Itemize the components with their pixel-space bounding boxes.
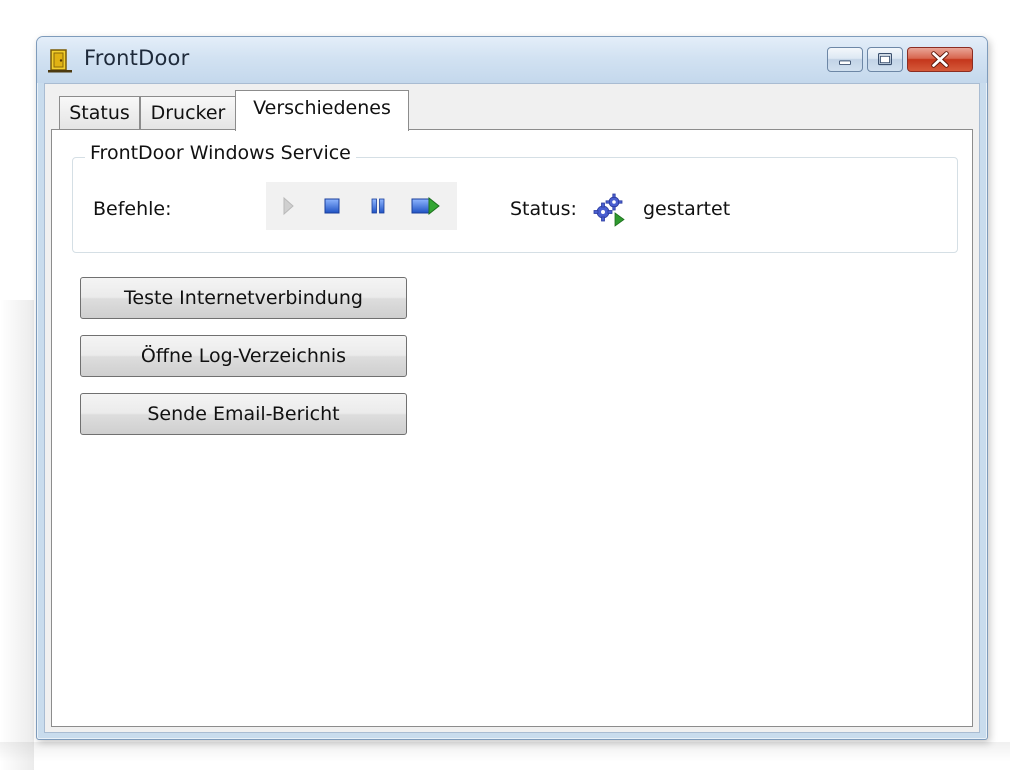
- client-area: Status Drucker Verschiedenes FrontDoor W…: [44, 83, 980, 733]
- pause-service-button[interactable]: [364, 192, 392, 220]
- maximize-button[interactable]: [867, 47, 903, 72]
- commands-label: Befehle:: [93, 198, 172, 220]
- service-groupbox: FrontDoor Windows Service Befehle: Statu…: [72, 142, 958, 253]
- minimize-button[interactable]: [827, 47, 863, 72]
- door-icon: [48, 49, 72, 73]
- minimize-icon: [839, 60, 851, 66]
- groupbox-title: FrontDoor Windows Service: [85, 142, 356, 164]
- close-icon: [931, 51, 949, 68]
- title-bar[interactable]: FrontDoor: [37, 37, 987, 83]
- send-email-report-button[interactable]: Sende Email-Bericht: [80, 393, 407, 435]
- window-title: FrontDoor: [84, 46, 190, 70]
- close-button[interactable]: [907, 47, 973, 72]
- open-log-folder-button[interactable]: Öffne Log-Verzeichnis: [80, 335, 407, 377]
- stop-service-button[interactable]: [318, 192, 346, 220]
- tab-status[interactable]: Status: [59, 96, 140, 130]
- start-service-button[interactable]: [274, 192, 302, 220]
- status-label: Status:: [510, 198, 577, 220]
- tab-verschiedenes[interactable]: Verschiedenes: [235, 90, 409, 131]
- page-edge-shadow-bottom: [0, 742, 1010, 762]
- restart-service-button[interactable]: [408, 192, 444, 220]
- running-gears-icon: [593, 193, 625, 227]
- test-internet-button[interactable]: Teste Internetverbindung: [80, 277, 407, 319]
- app-window: FrontDoor Status Drucker Verschiedenes F…: [36, 36, 988, 740]
- pause-icon: [371, 198, 385, 214]
- maximize-icon: [878, 52, 892, 66]
- page-edge-shadow: [0, 300, 34, 770]
- command-toolbar: [266, 182, 457, 230]
- service-status-value: gestartet: [643, 198, 731, 220]
- tab-panel-verschiedenes: FrontDoor Windows Service Befehle: Statu…: [51, 129, 973, 727]
- stop-icon: [324, 198, 340, 214]
- tab-drucker[interactable]: Drucker: [140, 96, 236, 130]
- play-icon: [283, 196, 294, 216]
- restart-icon: [411, 196, 440, 216]
